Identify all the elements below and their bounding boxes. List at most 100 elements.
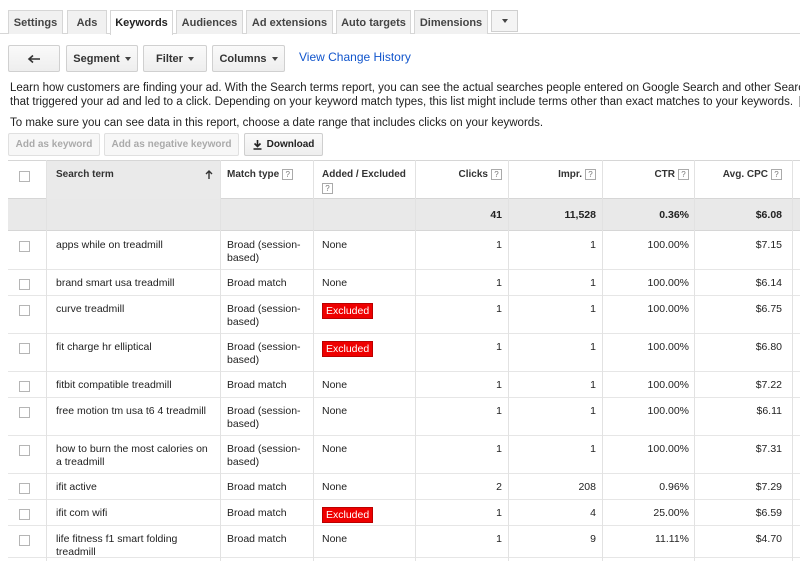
search-term-cell: fitbit compatible treadmill [56, 379, 172, 391]
avg-cpc-cell: $7.31 [755, 443, 782, 455]
clicks-cell: 1 [496, 379, 502, 391]
search-term-cell: life fitness f1 smart folding treadmill [56, 533, 178, 558]
header-search-term-label: Search term [56, 169, 114, 180]
totals-row: 41 11,528 0.36% $6.08 [8, 199, 800, 231]
avg-cpc-cell: $6.75 [755, 303, 782, 315]
header-ctr-label: CTR [654, 169, 675, 181]
tab-dimensions[interactable]: Dimensions [414, 10, 488, 34]
row-checkbox[interactable] [19, 343, 30, 354]
tab-keywords[interactable]: Keywords [110, 10, 173, 35]
header-added-excluded[interactable]: Added / Excluded? [322, 169, 406, 194]
download-button[interactable]: Download [244, 133, 323, 156]
avg-cpc-cell: $6.11 [756, 405, 783, 417]
search-term-cell: ifit com wifi [56, 507, 108, 519]
table-row[interactable]: curve treadmill Broad (session-based) Excl… [8, 296, 800, 334]
search-term-cell: curve treadmill [56, 303, 125, 315]
search-term-cell: apps while on treadmill [56, 239, 163, 251]
tab-ad-extensions[interactable]: Ad extensions [246, 10, 333, 34]
description-line-1: Learn how customers are finding your ad.… [10, 82, 800, 94]
table-row[interactable]: brand smart usa treadmill Broad match None… [8, 270, 800, 296]
clicks-cell: 1 [496, 277, 502, 289]
header-impr[interactable]: Impr.? [508, 169, 596, 181]
row-checkbox[interactable] [19, 535, 30, 546]
row-checkbox[interactable] [19, 407, 30, 418]
added-excluded-cell: Excluded [322, 341, 374, 357]
table-row[interactable]: how to burn the most calories on a tread… [8, 436, 800, 474]
column-divider [508, 160, 509, 561]
search-term-cell: free motion tm usa t6 4 treadmill [56, 405, 206, 417]
avg-cpc-cell: $7.15 [755, 239, 782, 251]
row-checkbox[interactable] [19, 483, 30, 494]
row-checkbox[interactable] [19, 445, 30, 456]
tab-auto-targets[interactable]: Auto targets [336, 10, 411, 34]
add-as-negative-keyword-button[interactable]: Add as negative keyword [104, 133, 239, 156]
table-row[interactable]: fit charge hr elliptical Broad (session-b… [8, 334, 800, 372]
description-line-2: that triggered your ad and led to a clic… [10, 95, 800, 109]
added-excluded-cell: Excluded [322, 507, 374, 523]
header-search-term[interactable]: Search term [56, 169, 114, 181]
total-impr: 11,528 [564, 209, 596, 221]
help-icon[interactable]: ? [771, 169, 782, 180]
tab-settings[interactable]: Settings [8, 10, 63, 34]
header-ctr[interactable]: CTR? [602, 169, 689, 181]
table-row[interactable]: life fitness f1 smart folding treadmill B… [8, 526, 800, 558]
table-row[interactable]: apps while on treadmill Broad (session-ba… [8, 232, 800, 270]
segment-dropdown[interactable]: Segment [66, 45, 138, 72]
impr-cell: 1 [590, 379, 596, 391]
added-excluded-cell: None [322, 533, 347, 546]
help-icon[interactable]: ? [678, 169, 689, 180]
add-as-keyword-button[interactable]: Add as keyword [8, 133, 100, 156]
status-text: None [322, 379, 348, 391]
back-button[interactable] [8, 45, 60, 72]
column-divider [602, 160, 603, 561]
header-match-type[interactable]: Match type? [227, 169, 294, 181]
search-term-cell: fit charge hr elliptical [56, 341, 152, 353]
column-divider [313, 160, 314, 561]
row-checkbox[interactable] [19, 305, 30, 316]
help-icon[interactable]: ? [491, 169, 502, 180]
columns-dropdown[interactable]: Columns [212, 45, 285, 72]
clicks-cell: 1 [496, 239, 502, 251]
row-checkbox[interactable] [19, 509, 30, 520]
select-all-checkbox[interactable] [19, 171, 30, 182]
avg-cpc-cell: $6.59 [755, 507, 782, 519]
help-icon[interactable]: ? [585, 169, 596, 180]
table-row[interactable]: ifit com wifi Broad match Excluded 1 4 25.00%… [8, 500, 800, 526]
row-checkbox[interactable] [19, 241, 30, 252]
view-change-history-link[interactable]: View Change History [299, 50, 411, 64]
total-clicks: 41 [490, 209, 502, 221]
column-divider [46, 160, 47, 561]
clicks-cell: 1 [496, 405, 502, 417]
filter-dropdown[interactable]: Filter [143, 45, 207, 72]
help-icon[interactable]: ? [322, 183, 333, 194]
header-avg-cpc[interactable]: Avg. CPC? [694, 169, 782, 181]
tab-ads[interactable]: Ads [67, 10, 107, 34]
more-tabs-button[interactable] [491, 10, 518, 32]
tab-audiences[interactable]: Audiences [176, 10, 243, 34]
table-row[interactable]: free motion tm usa t6 4 treadmill Broad (… [8, 398, 800, 436]
total-ctr: 0.36% [659, 209, 689, 221]
match-type-cell: Broad match [227, 481, 287, 493]
header-clicks[interactable]: Clicks? [416, 169, 502, 181]
added-excluded-cell: Excluded [322, 303, 374, 319]
date-range-note: To make sure you can see data in this re… [10, 117, 544, 129]
excluded-badge: Excluded [322, 341, 374, 357]
row-checkbox[interactable] [19, 381, 30, 392]
added-excluded-cell: None [322, 443, 347, 456]
back-arrow-icon [27, 54, 40, 63]
clicks-cell: 1 [496, 533, 502, 545]
clicks-cell: 1 [496, 507, 502, 519]
table-row[interactable]: ifit active Broad match None 2 208 0.96% $7.29 [8, 474, 800, 500]
table-row[interactable]: fitbit compatible treadmill Broad match No… [8, 372, 800, 398]
impr-cell: 1 [590, 303, 596, 315]
download-icon [253, 139, 262, 150]
match-type-cell: Broad (session-based) [227, 405, 301, 430]
match-type-cell: Broad (session-based) [227, 303, 301, 328]
ctr-cell: 100.00% [647, 443, 689, 455]
avg-cpc-cell: $4.70 [755, 533, 782, 545]
avg-cpc-cell: $7.29 [755, 481, 782, 493]
impr-cell: 4 [590, 507, 596, 519]
help-icon[interactable]: ? [282, 169, 294, 180]
row-checkbox[interactable] [19, 279, 30, 290]
impr-cell: 1 [590, 405, 596, 417]
